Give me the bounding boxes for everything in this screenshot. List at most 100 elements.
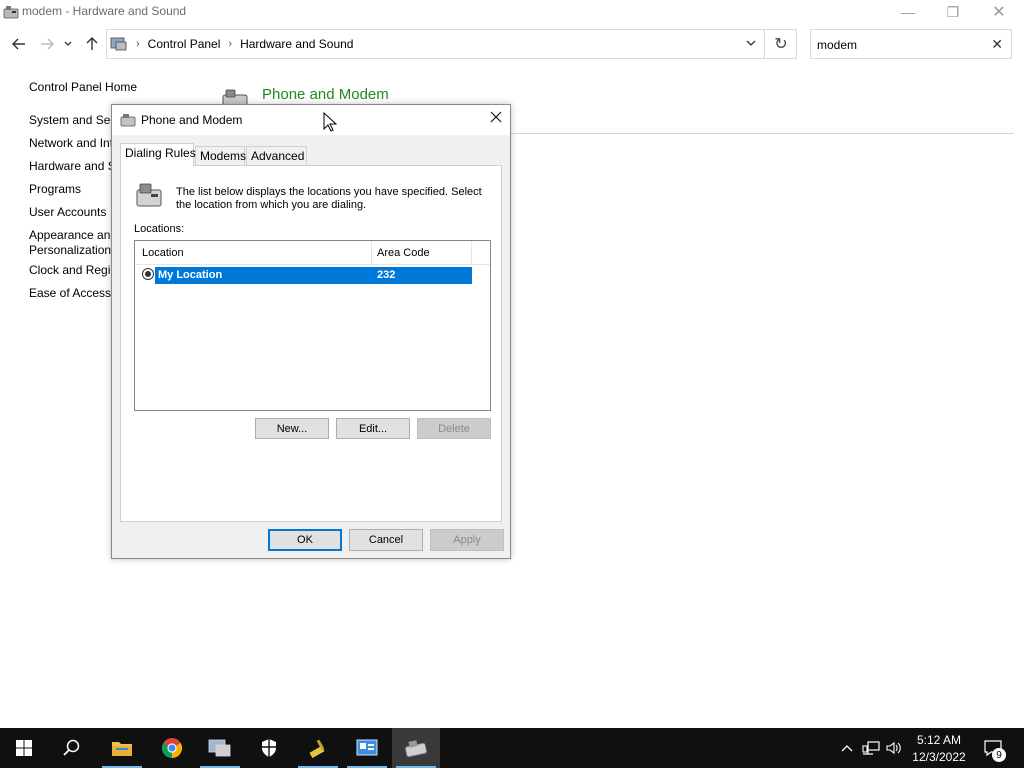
back-button[interactable] [9, 34, 29, 54]
taskbar-disk-cleanup[interactable] [294, 728, 342, 768]
breadcrumb-separator: › [228, 38, 233, 50]
dialog-titlebar[interactable]: Phone and Modem [112, 105, 510, 135]
new-location-button[interactable]: New... [255, 418, 329, 439]
address-dropdown-button[interactable] [746, 38, 756, 49]
taskbar: 5:12 AM 12/3/2022 9 [0, 728, 1024, 768]
network-tray-button[interactable] [860, 728, 882, 768]
restore-button[interactable]: ❐ [930, 0, 976, 24]
clock-date: 12/3/2022 [912, 750, 966, 764]
clock-time: 5:12 AM [916, 733, 962, 747]
control-panel-icon [110, 37, 127, 51]
dialing-rules-panel: The list below displays the locations yo… [120, 165, 502, 522]
refresh-button[interactable]: ↻ [766, 29, 797, 59]
location-name: My Location [158, 269, 223, 281]
nav-appearance-and-personalization[interactable]: Appearance and [29, 228, 117, 242]
nav-ease-of-access[interactable]: Ease of Access [29, 286, 111, 300]
breadcrumb-hardware-and-sound[interactable]: Hardware and Sound [240, 37, 353, 51]
phone-and-modem-link[interactable]: Phone and Modem [262, 86, 389, 103]
recent-locations-button[interactable] [62, 34, 74, 54]
phone-modem-icon [120, 114, 136, 127]
taskbar-control-panel[interactable] [196, 728, 244, 768]
clear-search-icon[interactable]: ✕ [991, 36, 1003, 53]
cancel-button[interactable]: Cancel [349, 529, 423, 551]
chrome-icon [161, 738, 183, 759]
edit-location-button[interactable]: Edit... [336, 418, 410, 439]
control-panel-icon [208, 739, 231, 757]
windows-start-icon [16, 740, 32, 756]
shield-icon [262, 739, 276, 757]
search-input[interactable]: modem [817, 38, 857, 52]
tab-dialing-rules[interactable]: Dialing Rules [120, 143, 196, 166]
list-header: Location Area Code [135, 241, 490, 265]
location-area-code: 232 [377, 269, 396, 281]
search-icon [63, 739, 80, 756]
close-icon [490, 111, 502, 123]
taskbar-clock[interactable]: 5:12 AM 12/3/2022 [906, 732, 972, 766]
back-arrow-icon [12, 38, 25, 50]
divider [510, 133, 1014, 134]
location-radio-selected[interactable] [142, 268, 154, 280]
nav-network-and-internet[interactable]: Network and Int [29, 136, 113, 150]
phone-modem-icon [136, 183, 162, 207]
forward-arrow-icon [41, 38, 54, 50]
chevron-down-icon [64, 41, 72, 46]
system-info-icon [356, 739, 378, 756]
nav-programs[interactable]: Programs [29, 182, 81, 196]
dialog-title: Phone and Modem [141, 113, 243, 127]
up-button[interactable] [82, 34, 102, 54]
breadcrumb-separator: › [136, 38, 140, 50]
close-window-button[interactable]: ✕ [976, 0, 1022, 24]
column-area-code[interactable]: Area Code [377, 247, 430, 259]
phone-and-modem-dialog: Phone and Modem Dialing Rules Modems Adv… [111, 104, 511, 559]
taskbar-chrome[interactable] [148, 728, 196, 768]
folder-icon [112, 742, 132, 756]
nav-user-accounts[interactable]: User Accounts [29, 205, 106, 219]
tab-modems[interactable]: Modems [195, 146, 246, 166]
window-titlebar: modem - Hardware and Sound — ❐ ✕ [0, 0, 1024, 26]
show-hidden-icons-button[interactable] [837, 728, 857, 768]
start-button[interactable] [0, 728, 48, 768]
locations-list[interactable]: Location Area Code My Location 232 [134, 240, 491, 411]
cleanup-icon [309, 739, 325, 759]
taskbar-phone-and-modem[interactable] [392, 728, 440, 768]
column-separator [471, 241, 472, 265]
apply-button[interactable]: Apply [430, 529, 504, 551]
locations-label: Locations: [134, 223, 185, 235]
network-icon [862, 741, 880, 755]
window-title: modem - Hardware and Sound [22, 4, 187, 18]
taskbar-file-explorer[interactable] [98, 728, 146, 768]
address-bar[interactable]: › Control Panel › Hardware and Sound [106, 29, 765, 59]
forward-button[interactable] [37, 34, 57, 54]
up-arrow-icon [86, 37, 98, 50]
tab-advanced[interactable]: Advanced [246, 146, 307, 166]
dialog-close-button[interactable] [490, 110, 502, 128]
delete-location-button[interactable]: Delete [417, 418, 491, 439]
nav-system-and-security[interactable]: System and Sec [29, 113, 116, 127]
breadcrumb-control-panel[interactable]: Control Panel [148, 37, 221, 51]
search-box[interactable]: modem ✕ [810, 29, 1012, 59]
refresh-icon: ↻ [774, 36, 788, 53]
minimize-button[interactable]: — [885, 0, 931, 24]
mouse-cursor-icon [323, 112, 337, 132]
nav-appearance-and-personalization-line2[interactable]: Personalization [29, 243, 111, 257]
phone-modem-icon [3, 6, 19, 19]
taskbar-system-information[interactable] [343, 728, 391, 768]
notification-count-badge: 9 [992, 748, 1006, 762]
speaker-icon [886, 741, 901, 755]
action-center-button[interactable]: 9 [978, 728, 1008, 768]
panel-description: The list below displays the locations yo… [176, 186, 482, 211]
nav-clock-and-region[interactable]: Clock and Regio [29, 263, 117, 277]
navigation-bar: › Control Panel › Hardware and Sound ↻ m… [0, 26, 1024, 62]
column-separator [371, 241, 372, 265]
column-location[interactable]: Location [142, 247, 184, 259]
taskbar-windows-security[interactable] [245, 728, 293, 768]
nav-hardware-and-sound[interactable]: Hardware and S [29, 159, 116, 173]
taskbar-search-button[interactable] [48, 728, 96, 768]
phone-modem-icon [405, 740, 427, 757]
ok-button[interactable]: OK [268, 529, 342, 551]
table-row[interactable]: My Location 232 [155, 267, 472, 284]
chevron-up-icon [841, 745, 853, 752]
chevron-down-icon [746, 40, 756, 46]
nav-control-panel-home[interactable]: Control Panel Home [29, 80, 137, 94]
volume-tray-button[interactable] [883, 728, 905, 768]
